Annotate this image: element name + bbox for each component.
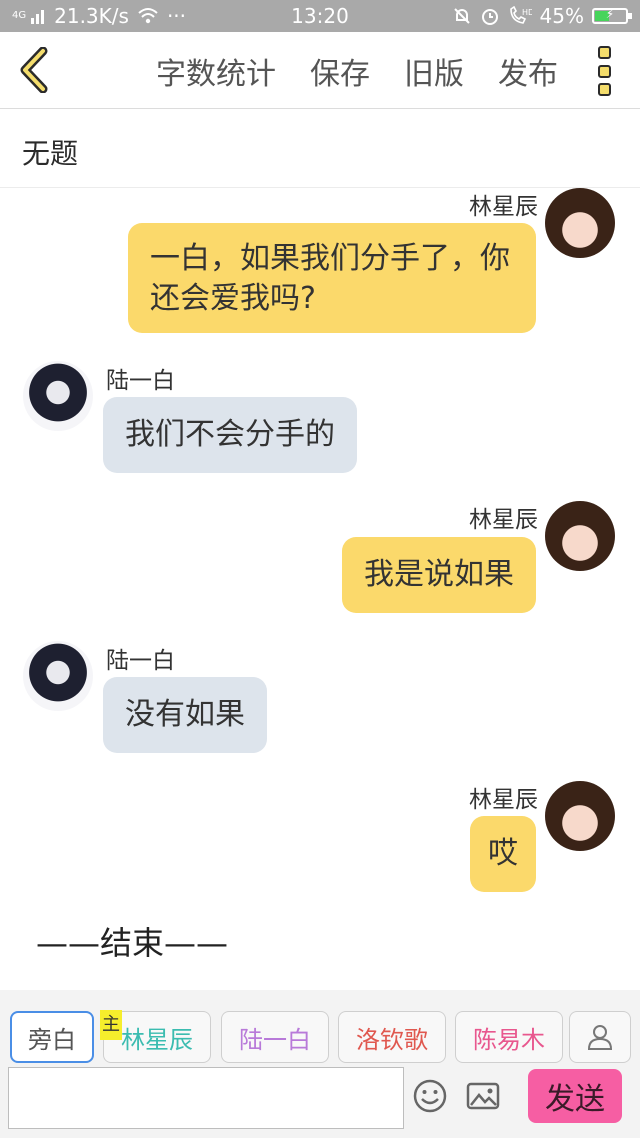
sender-name: 林星辰 <box>469 787 538 813</box>
message-bubble[interactable]: 我是说如果 <box>342 537 536 613</box>
network-type: 4G <box>12 10 27 21</box>
role-button[interactable]: 洛钦歌 <box>338 1011 446 1063</box>
svg-text:HD: HD <box>522 8 532 17</box>
status-bar: 4G 21.3K/s ··· 13:20 HD 45% ⚡ <box>0 0 640 32</box>
story-title: 无题 <box>22 137 79 170</box>
role-name: 林星辰 <box>121 1025 193 1054</box>
message-bubble[interactable]: 哎 <box>470 816 536 892</box>
toolbar-actions: 字数统计 保存 旧版 发布 <box>156 32 558 109</box>
word-count-button[interactable]: 字数统计 <box>156 49 276 93</box>
status-left: 4G 21.3K/s ··· <box>12 4 186 28</box>
story-title-row[interactable]: 无题 <box>0 110 640 188</box>
battery-icon: ⚡ <box>592 7 632 24</box>
message-bubble[interactable]: 一白，如果我们分手了，你还会爱我吗? <box>128 223 536 333</box>
save-button[interactable]: 保存 <box>310 49 370 93</box>
image-button[interactable] <box>465 1078 501 1114</box>
more-dot <box>597 46 611 59</box>
mute-icon <box>453 8 470 24</box>
charging-icon: ⚡ <box>605 7 615 21</box>
add-role-button[interactable] <box>569 1011 631 1063</box>
chevron-left-icon <box>20 47 48 93</box>
battery-percent: 45% <box>539 4 584 28</box>
signal-icon <box>31 10 45 24</box>
status-more: ··· <box>166 4 187 28</box>
image-icon <box>466 1082 500 1110</box>
sender-name: 陆一白 <box>106 368 175 394</box>
role-button[interactable]: 陆一白 <box>221 1011 329 1063</box>
send-button[interactable]: 发送 <box>528 1069 622 1123</box>
avatar[interactable] <box>545 501 615 571</box>
main-role-tag: 主 <box>100 1010 122 1040</box>
role-name: 洛钦歌 <box>356 1025 428 1054</box>
hd-call-icon: HD <box>509 6 532 24</box>
avatar[interactable] <box>23 641 93 711</box>
publish-button[interactable]: 发布 <box>498 49 558 93</box>
old-version-button[interactable]: 旧版 <box>404 49 464 93</box>
more-dot <box>597 83 611 96</box>
sender-name: 陆一白 <box>106 648 175 674</box>
emoji-button[interactable] <box>412 1078 448 1114</box>
message-bubble[interactable]: 我们不会分手的 <box>103 397 357 473</box>
status-right: HD 45% ⚡ <box>452 4 632 28</box>
more-dot <box>597 64 611 78</box>
role-button[interactable]: 陈易木 <box>455 1011 563 1063</box>
avatar[interactable] <box>23 361 93 431</box>
role-narration-button[interactable]: 旁白 <box>10 1011 94 1063</box>
avatar[interactable] <box>545 188 615 258</box>
end-marker: ——结束—— <box>36 924 229 962</box>
message-bubble[interactable]: 没有如果 <box>103 677 267 753</box>
sender-name: 林星辰 <box>469 507 538 533</box>
network-speed: 21.3K/s <box>54 4 129 28</box>
wifi-icon <box>138 8 158 24</box>
sender-name: 林星辰 <box>469 194 538 220</box>
more-menu-icon[interactable] <box>594 46 614 96</box>
role-name: 陈易木 <box>473 1025 545 1054</box>
person-icon <box>587 1025 613 1050</box>
alarm-icon <box>481 9 498 25</box>
avatar[interactable] <box>545 781 615 851</box>
smile-icon <box>413 1079 447 1113</box>
back-button[interactable] <box>14 46 54 94</box>
message-input[interactable] <box>8 1067 404 1129</box>
role-name: 陆一白 <box>239 1025 311 1054</box>
top-toolbar: 字数统计 保存 旧版 发布 <box>0 32 640 109</box>
